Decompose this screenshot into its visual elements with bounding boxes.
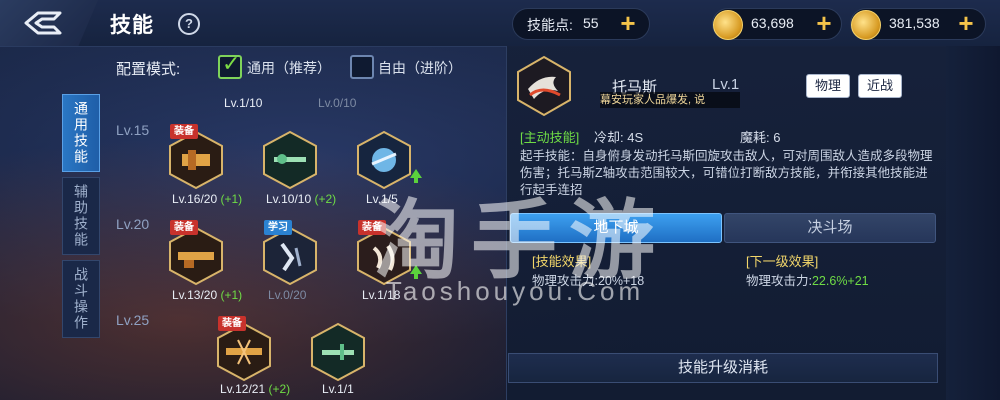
skill-level: Lv.0/10 <box>318 96 357 110</box>
skill-description: 起手技能：自身俯身发动托马斯回旋攻击敌人，可对周围敌人造成多段物理伤害；托马斯Z… <box>520 149 933 197</box>
free-mode-label[interactable]: 自由（进阶） <box>378 58 462 78</box>
skill-points-value: 55 <box>583 15 599 31</box>
equipped-badge: 装备 <box>170 220 198 235</box>
broadcast-marquee: 幕安玩家人品爆发, 说 <box>600 92 740 108</box>
skill-slot[interactable] <box>356 130 422 190</box>
tier-label-lv25: Lv.25 <box>116 312 150 328</box>
tab-dungeon[interactable]: 地下城 <box>510 213 722 243</box>
general-mode-label[interactable]: 通用（推荐） <box>247 58 331 78</box>
skill-points-display: 技能点: 55 + <box>512 8 650 40</box>
skill-slot[interactable] <box>262 130 318 190</box>
skill-type-tag: [主动技能] <box>520 130 580 145</box>
skill-slot[interactable]: 装备 <box>168 124 224 190</box>
skill-current-level: Lv.1 <box>712 76 740 93</box>
skill-level: Lv.12/21 (+2) <box>220 382 291 396</box>
upgrade-arrow-icon <box>410 265 422 279</box>
skill-level: Lv.16/20 (+1) <box>172 192 243 206</box>
add-coupon-button[interactable]: + <box>955 10 977 36</box>
melee-tag: 近战 <box>858 74 903 98</box>
skill-slot[interactable]: 学习 <box>262 220 318 286</box>
skill-slot[interactable]: 装备 <box>168 220 224 286</box>
gold-value: 63,698 <box>751 15 794 31</box>
physical-tag: 物理 <box>806 74 851 98</box>
gold-display: 63,698 + <box>712 8 842 40</box>
upgrade-arrow-icon <box>410 169 422 183</box>
mana-cost-text: 魔耗: 6 <box>740 130 781 145</box>
back-arrow-icon <box>24 11 62 35</box>
skill-level: Lv.1/10 <box>224 96 263 110</box>
coupon-display: 381,538 + <box>850 8 986 40</box>
skill-slot[interactable]: 装备 <box>356 220 422 286</box>
general-mode-checkbox[interactable] <box>218 51 242 79</box>
skill-level: Lv.1/1 <box>322 382 354 396</box>
equipped-badge: 装备 <box>170 124 198 139</box>
config-mode-label: 配置模式: <box>116 61 181 78</box>
equipped-badge: 装备 <box>358 220 386 235</box>
next-effect-title: [下一级效果] <box>746 254 819 269</box>
selected-skill-icon <box>516 55 572 117</box>
tier-label-lv15: Lv.15 <box>116 122 150 138</box>
equipped-badge: 装备 <box>218 316 246 331</box>
skill-level: Lv.1/5 <box>366 192 398 206</box>
tab-combat-controls[interactable]: 战斗操作 <box>62 260 100 338</box>
cooldown-text: 冷却: 4S <box>594 130 644 145</box>
top-bar: 技能 ? 技能点: 55 + 63,698 + 381,538 + <box>0 0 1000 47</box>
upgrade-cost-section[interactable]: 技能升级消耗 <box>508 353 938 383</box>
category-tabs: 通用技能 辅助技能 战斗操作 <box>62 94 100 343</box>
tier-label-lv20: Lv.20 <box>116 216 150 232</box>
tab-general-skills[interactable]: 通用技能 <box>62 94 100 172</box>
skill-slot[interactable]: 装备 <box>216 316 272 382</box>
tab-support-skills[interactable]: 辅助技能 <box>62 177 100 255</box>
add-gold-button[interactable]: + <box>813 10 835 36</box>
current-effect-title: [技能效果] <box>532 254 592 269</box>
help-icon[interactable]: ? <box>178 13 200 35</box>
skill-slot[interactable] <box>310 322 366 382</box>
skill-level: Lv.10/10 (+2) <box>266 192 337 206</box>
current-effect: 物理攻击力:20%+18 <box>532 274 645 288</box>
gold-coin-icon <box>713 10 743 40</box>
skill-level: Lv.0/20 <box>268 288 307 302</box>
page-title: 技能 <box>110 14 154 37</box>
back-button[interactable] <box>0 0 98 46</box>
free-mode-checkbox[interactable] <box>350 55 374 79</box>
coupon-coin-icon <box>851 10 881 40</box>
skill-level: Lv.13/20 (+1) <box>172 288 243 302</box>
next-effect: 物理攻击力:22.6%+21 <box>746 274 869 288</box>
learn-badge: 学习 <box>264 220 292 235</box>
add-skill-points-button[interactable]: + <box>617 10 639 36</box>
right-edge <box>946 46 1000 400</box>
skill-level: Lv.1/18 <box>362 288 401 302</box>
tab-arena[interactable]: 决斗场 <box>724 213 936 243</box>
coupon-value: 381,538 <box>889 15 940 31</box>
skill-points-label: 技能点: <box>527 17 573 33</box>
